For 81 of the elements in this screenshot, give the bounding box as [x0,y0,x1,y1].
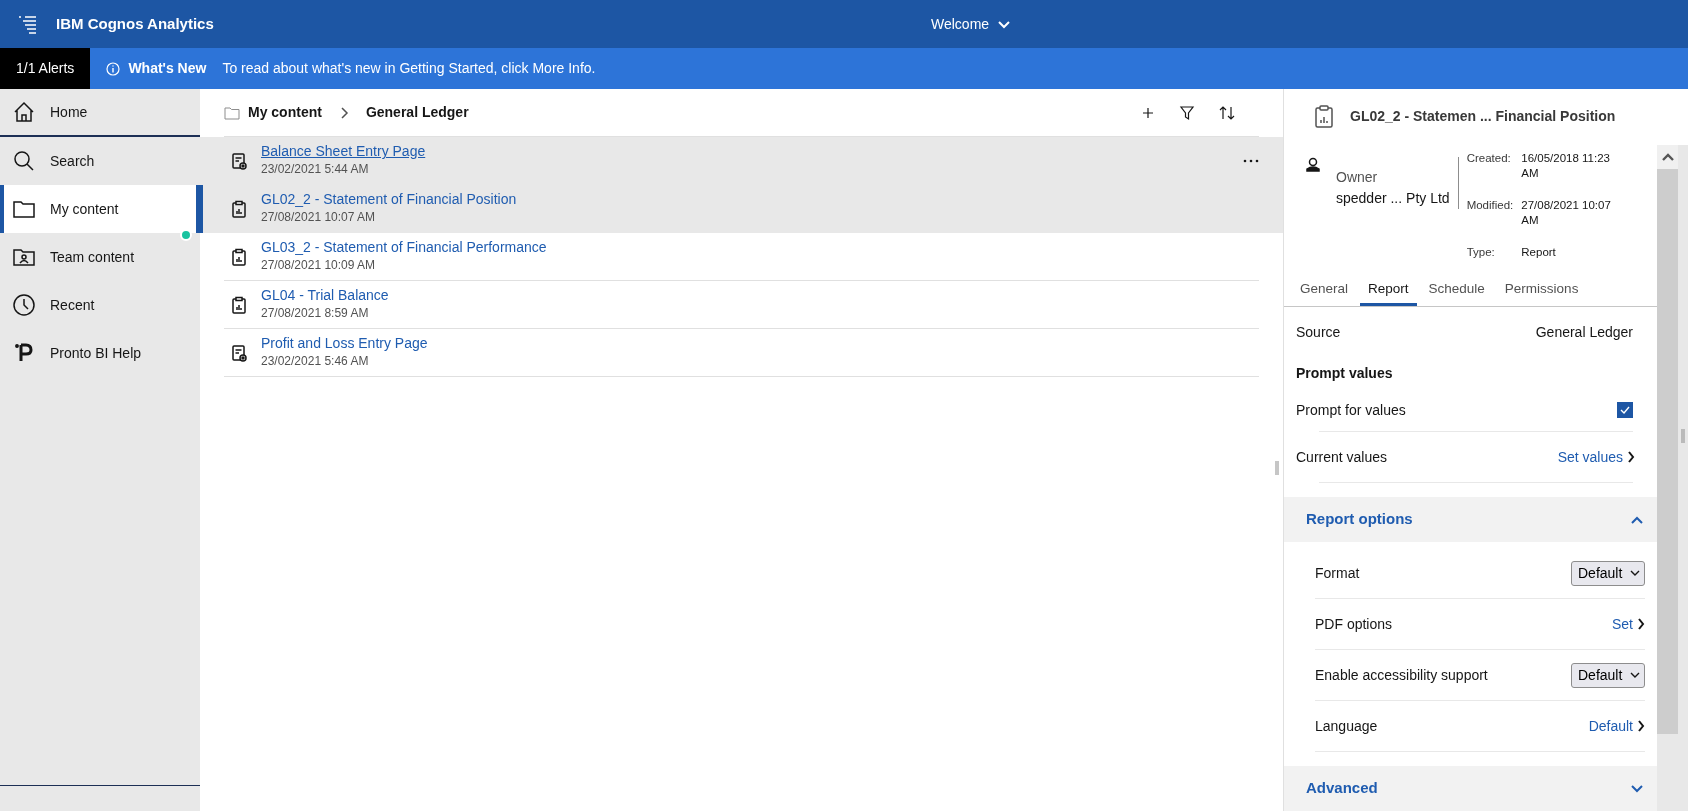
section-header[interactable]: Report options [1284,497,1657,543]
product-title: IBM Cognos Analytics [56,13,214,34]
chevron-right-icon [1637,618,1645,631]
interactive-report-icon [230,151,248,170]
option-link[interactable]: Set [1612,613,1645,635]
option-label: Enable accessibility support [1315,665,1488,685]
option-label: PDF options [1315,614,1393,634]
chevron-down-icon [1630,672,1640,679]
report-icon [1314,105,1336,129]
welcome-dropdown[interactable]: Welcome [930,12,1013,36]
content-row[interactable]: GL03_2 - Statement of Financial Performance 27/08/2021 10:09 AM [200,233,1283,281]
option-label: Language [1315,716,1378,736]
set-values-link[interactable]: Set values [1557,446,1635,468]
field-label: Current values [1296,447,1388,467]
item-link[interactable]: Balance Sheet Entry Page [261,143,426,160]
scrollbar[interactable] [1657,145,1678,811]
meta-value: 16/05/2018 11:23 AM [1521,151,1611,181]
item-link[interactable]: GL04 - Trial Balance [261,287,389,304]
panel-tab[interactable]: Schedule [1420,273,1493,307]
item-date: 23/02/2021 5:46 AM [261,352,370,370]
field-label: Source [1296,322,1341,342]
resize-handle-icon[interactable] [1275,461,1279,476]
owner-label: Owner [1336,168,1379,187]
section-heading: Prompt values [1296,363,1393,383]
chevron-down-icon [1630,570,1640,577]
home-icon [12,100,36,124]
meta-label: Modified: [1466,197,1514,213]
more-icon[interactable] [1243,158,1259,165]
user-icon [1306,157,1320,173]
panel-tab[interactable]: Report [1360,273,1417,307]
resize-handle-icon[interactable] [1681,429,1685,444]
item-link[interactable]: Profit and Loss Entry Page [261,335,428,352]
breadcrumb-link[interactable]: My content [248,102,322,123]
breadcrumb-link[interactable]: General Ledger [365,102,469,123]
check-icon [1620,406,1630,415]
item-date: 23/02/2021 5:44 AM [261,160,370,178]
report-icon [230,199,248,218]
checkbox[interactable] [1617,402,1633,419]
option-label: Format [1315,563,1360,583]
chevron-right-icon [1637,720,1645,733]
alert-count[interactable]: 1/1 Alerts [0,48,91,89]
panel-title: GL02_2 - Statemen ... Financial Position [1350,107,1616,127]
report-icon [230,295,248,314]
dropdown[interactable]: Default [1571,560,1645,586]
content-row[interactable]: Balance Sheet Entry Page 23/02/2021 5:44 AM [200,137,1283,185]
interactive-report-icon [230,343,248,362]
info-icon [106,62,121,77]
clock-icon [12,293,36,317]
meta-value: 27/08/2021 10:07 AM [1521,197,1612,228]
search-icon [12,149,36,173]
dropdown[interactable]: Default [1571,662,1645,688]
item-date: 27/08/2021 8:59 AM [261,304,370,322]
filter-icon[interactable] [1179,104,1195,121]
report-icon [230,247,248,266]
panel-tab[interactable]: Permissions [1496,273,1587,307]
add-icon[interactable] [1141,105,1155,120]
chevron-down-icon [1631,784,1643,793]
owner-name: spedder ... Pty Ltd [1336,189,1450,208]
chevron-up-icon[interactable] [1661,153,1674,161]
folder-icon [224,104,240,121]
content-row[interactable]: Profit and Loss Entry Page 23/02/2021 5:46 AM [200,329,1283,377]
meta-value: Report [1521,244,1557,260]
meta-label: Created: [1466,151,1512,166]
panel-tab[interactable]: General [1292,273,1357,307]
chevron-up-icon [1631,515,1643,524]
item-date: 27/08/2021 10:07 AM [261,208,377,226]
section-header[interactable]: Advanced [1284,766,1657,811]
alert-title: What's New [128,59,207,78]
field-label: Prompt for values [1296,400,1406,420]
item-date: 27/08/2021 10:09 AM [261,256,377,274]
meta-label: Type: [1466,244,1496,260]
content-row[interactable]: GL04 - Trial Balance 27/08/2021 8:59 AM [200,281,1283,329]
item-link[interactable]: GL03_2 - Statement of Financial Performance [261,239,547,256]
sidebar-item[interactable]: My content [0,185,200,233]
option-link[interactable]: Default [1588,715,1645,737]
alert-message: To read about what's new in Getting Started, click More Info. [222,59,596,78]
content-row[interactable]: GL02_2 - Statement of Financial Position 27/08/2021 10:07 AM [200,185,1283,233]
source-value: General Ledger [1535,322,1633,342]
sort-icon[interactable] [1219,104,1235,121]
chevron-right-icon [1627,451,1635,464]
item-link[interactable]: GL02_2 - Statement of Financial Position [261,191,517,208]
